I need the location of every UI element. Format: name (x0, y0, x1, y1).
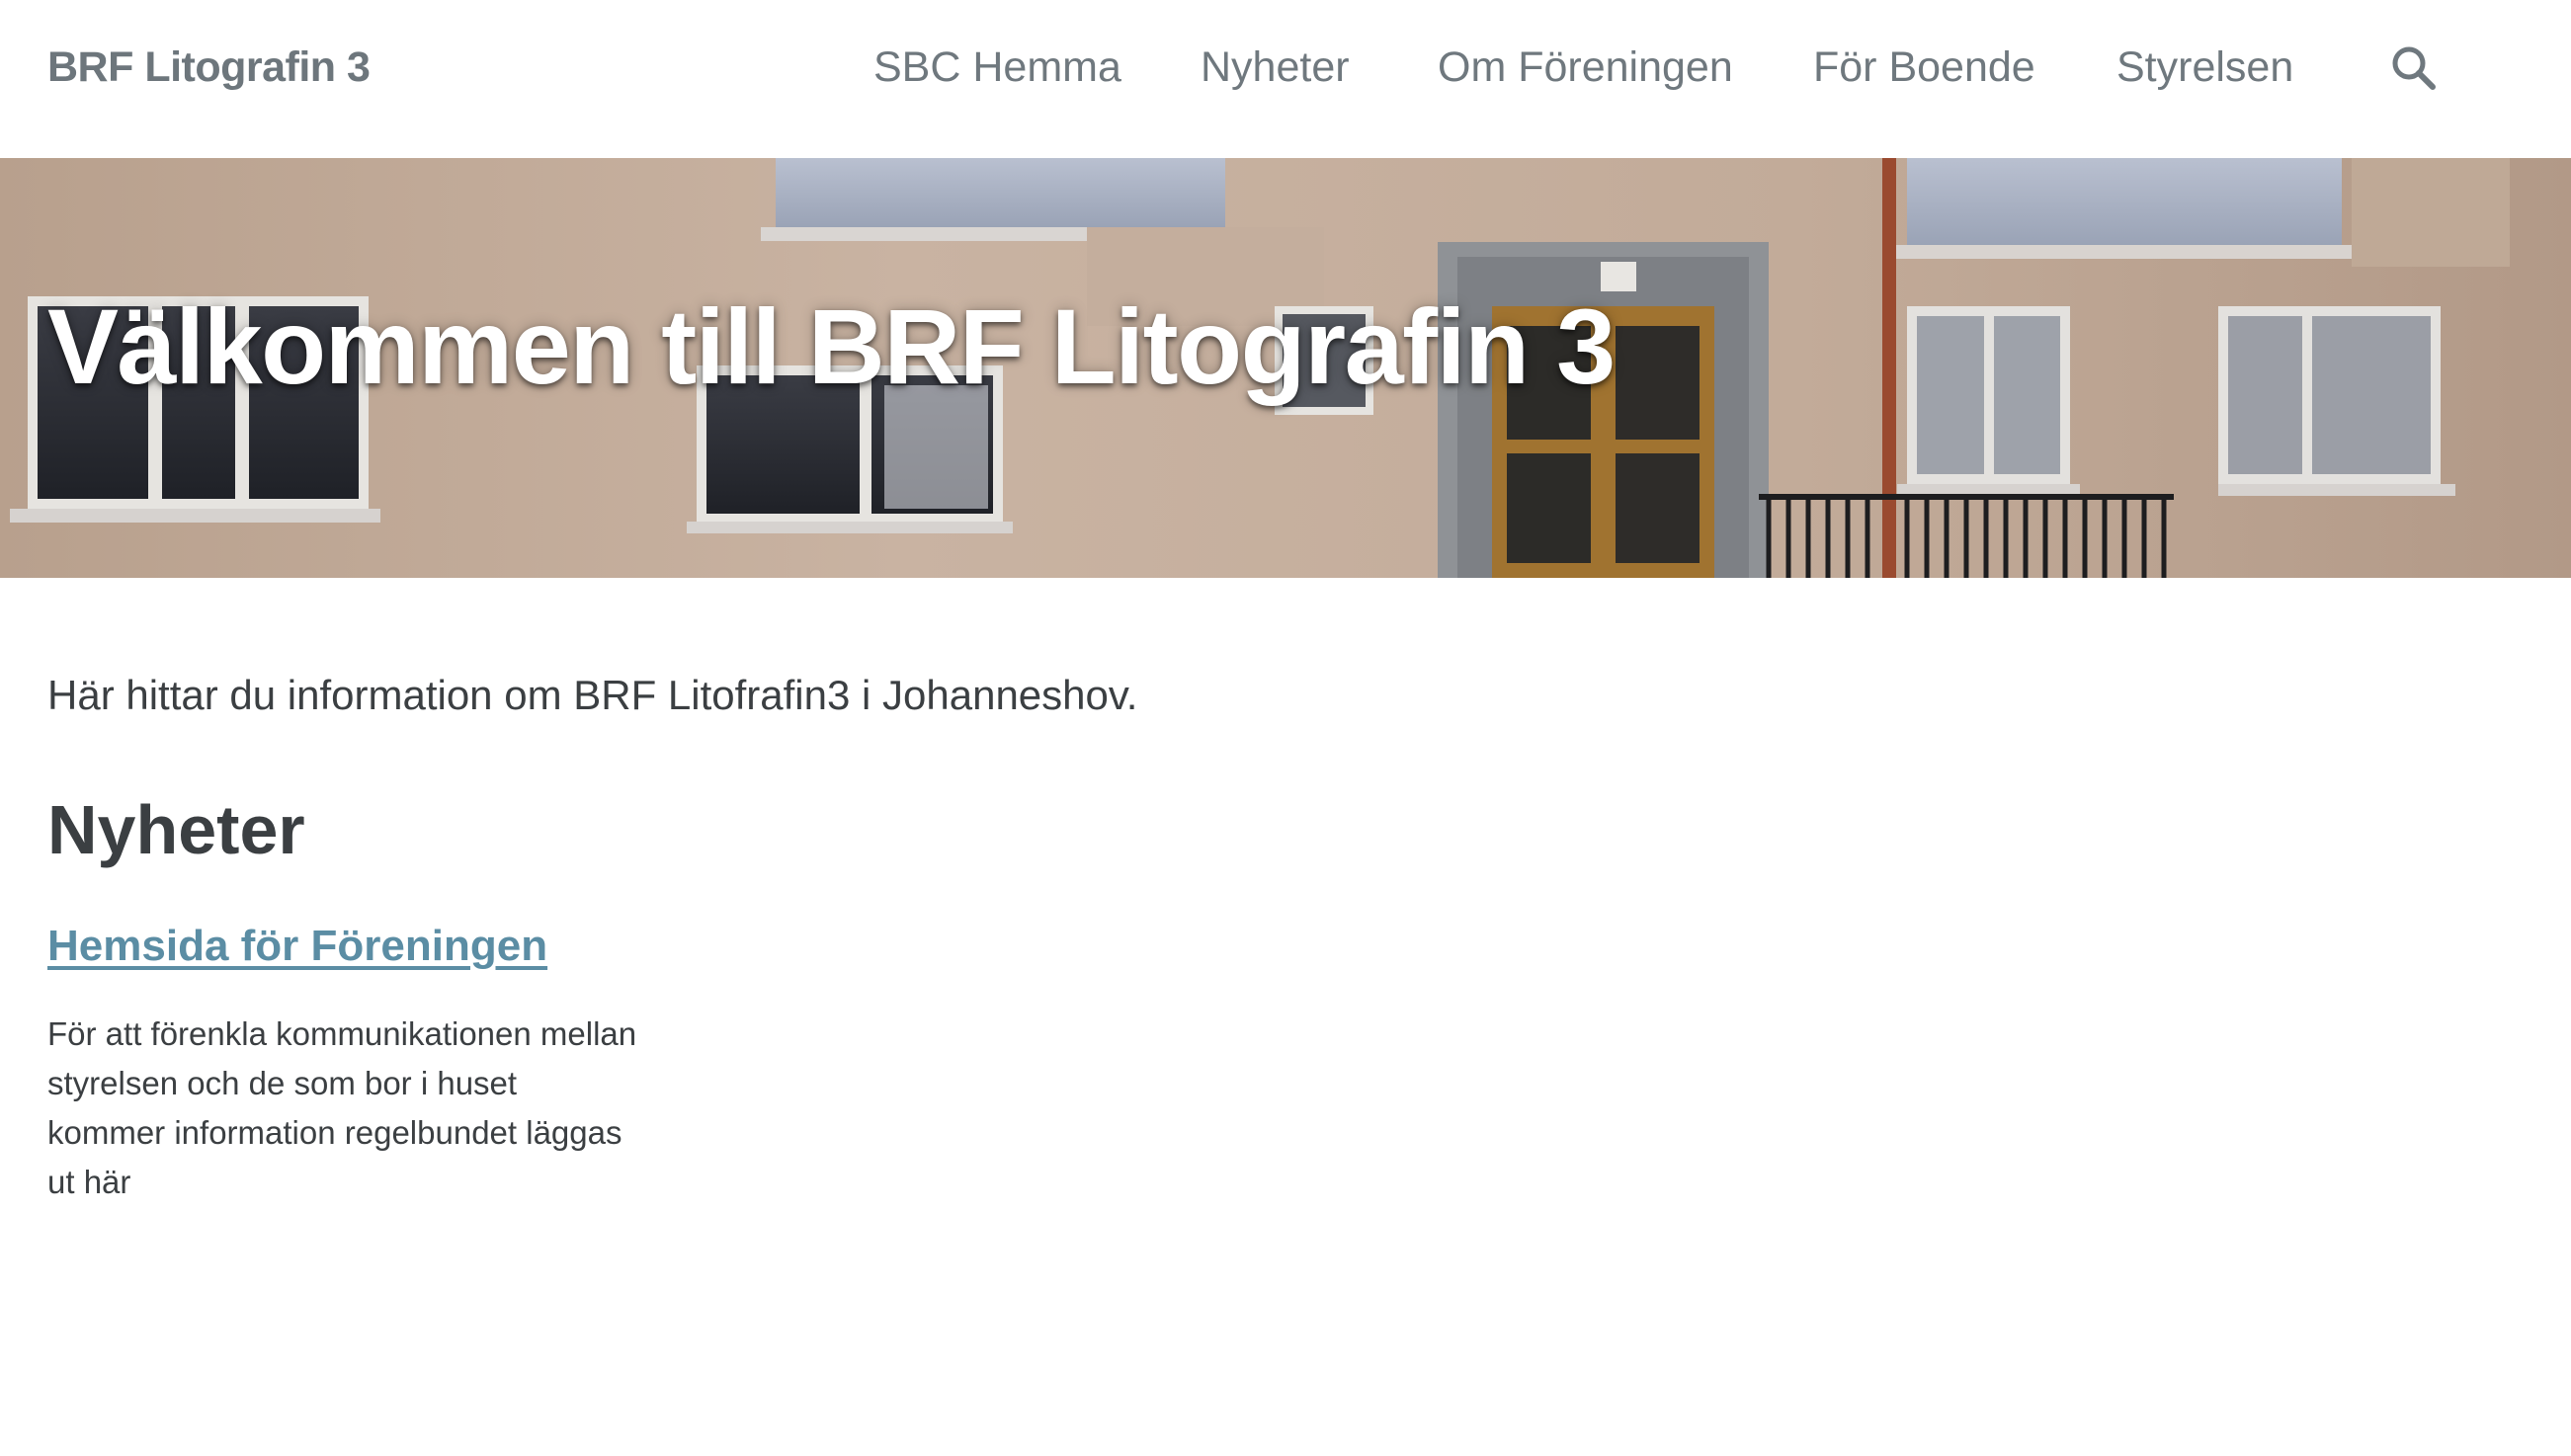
hero-title: Välkommen till BRF Litografin 3 (47, 286, 1616, 406)
site-header: BRF Litografin 3 SBC Hemma Nyheter Om Fö… (0, 0, 2571, 158)
nav-item-sbc-hemma[interactable]: SBC Hemma (873, 43, 1121, 92)
post-excerpt: För att förenkla kommunikationen mellan … (47, 1015, 637, 1200)
nav-item-nyheter[interactable]: Nyheter (1201, 43, 1350, 92)
main-navigation: SBC Hemma Nyheter Om Föreningen För Boen… (0, 43, 2571, 103)
search-icon[interactable] (2389, 43, 2439, 93)
nav-item-styrelsen[interactable]: Styrelsen (2116, 43, 2293, 92)
nav-item-for-boende[interactable]: För Boende (1813, 43, 2035, 92)
section-title-news: Nyheter (47, 791, 305, 868)
intro-text: Här hittar du information om BRF Litofra… (47, 672, 1138, 718)
nav-item-om-foreningen[interactable]: Om Föreningen (1438, 43, 1733, 92)
hero-banner: Välkommen till BRF Litografin 3 (0, 158, 2571, 578)
post-title-link[interactable]: Hemsida för Föreningen (47, 922, 547, 971)
